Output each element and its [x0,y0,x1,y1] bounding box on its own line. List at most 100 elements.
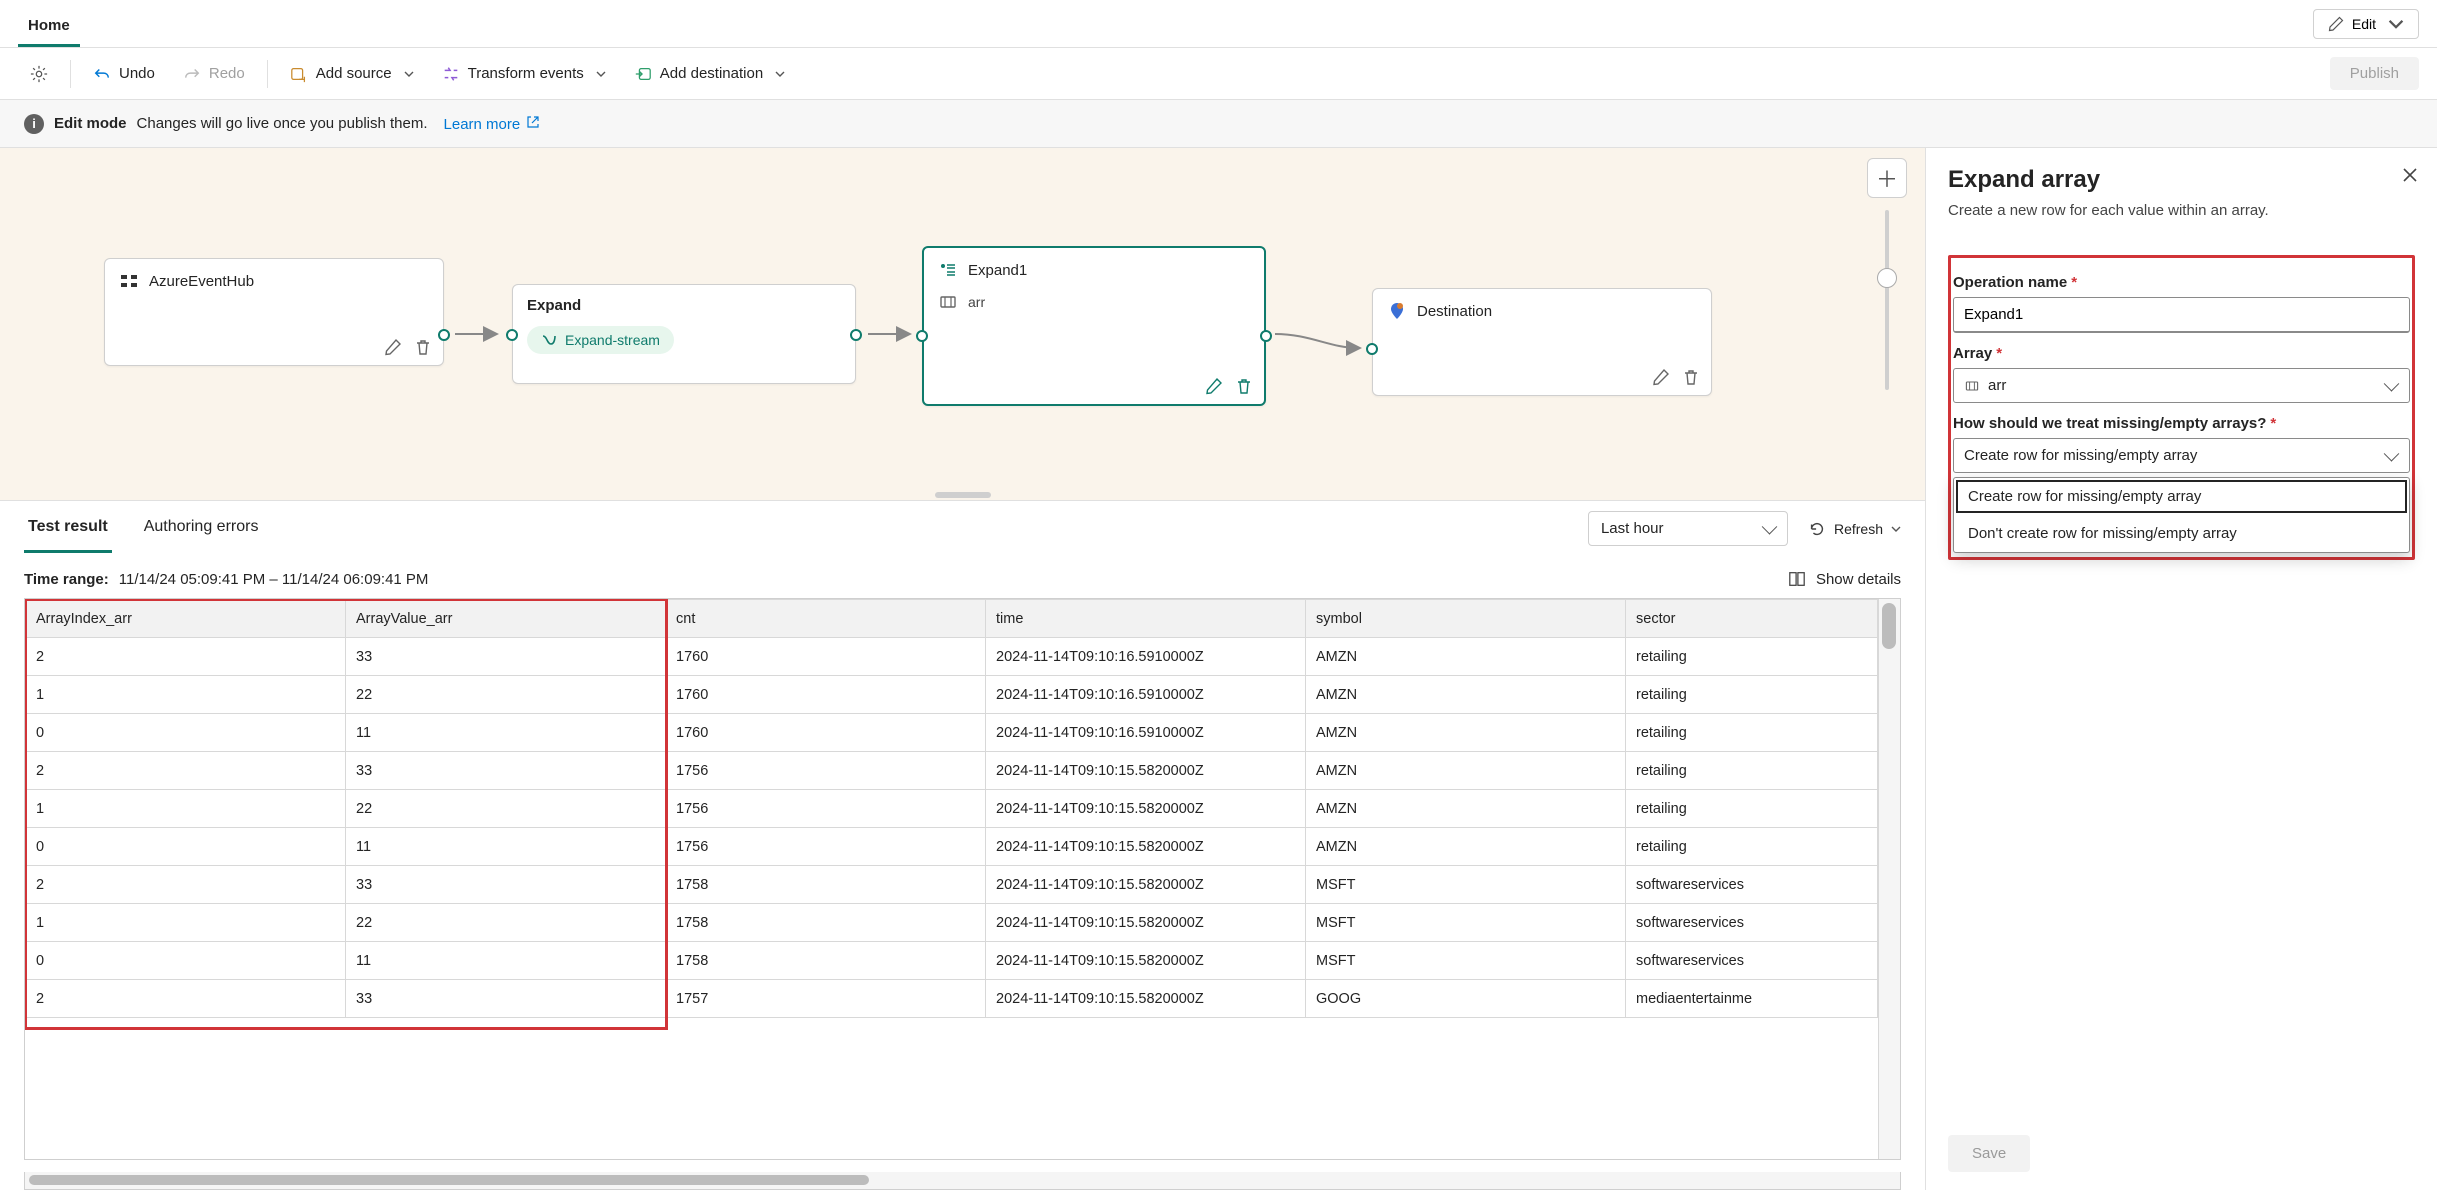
table-cell: softwareservices [1626,942,1878,980]
node-expand[interactable]: Expand Expand-stream [512,284,856,384]
operation-name-input[interactable] [1953,297,2410,333]
top-tabbar: Home Edit [0,0,2437,48]
highlight-box: Operation name* Array* arr How should we… [1948,255,2415,560]
column-header[interactable]: symbol [1306,600,1626,638]
chevron-down-icon [404,69,414,79]
transform-events-button[interactable]: Transform events [430,57,618,91]
column-header[interactable]: ArrayIndex_arr [26,600,346,638]
toolbar: Undo Redo Add source Transform events Ad… [0,48,2437,100]
node-source-title: AzureEventHub [149,273,254,290]
trash-icon[interactable] [413,337,433,357]
trash-icon[interactable] [1681,367,1701,387]
eventhub-icon [119,271,139,291]
table-row[interactable]: 01117582024-11-14T09:10:15.5820000ZMSFTs… [26,942,1878,980]
horizontal-scrollbar[interactable] [24,1172,1901,1190]
required-mark: * [2071,274,2077,291]
table-cell: 0 [26,942,346,980]
separator [70,60,71,88]
missing-arrays-select[interactable]: Create row for missing/empty array [1953,438,2410,473]
array-select[interactable]: arr [1953,368,2410,403]
add-source-button[interactable]: Add source [278,57,426,91]
refresh-button[interactable]: Refresh [1808,520,1901,538]
column-header[interactable]: ArrayValue_arr [346,600,666,638]
table-cell: 33 [346,752,666,790]
output-port[interactable] [1260,330,1272,342]
resize-grip[interactable] [935,492,991,498]
column-header[interactable]: sector [1626,600,1878,638]
table-row[interactable]: 23317602024-11-14T09:10:16.5910000ZAMZNr… [26,638,1878,676]
missing-arrays-value: Create row for missing/empty array [1964,447,2197,464]
table-cell: retailing [1626,638,1878,676]
external-link-icon [526,115,540,129]
panel-title: Expand array [1948,166,2415,194]
table-row[interactable]: 12217582024-11-14T09:10:15.5820000ZMSFTs… [26,904,1878,942]
table-cell: 2024-11-14T09:10:15.5820000Z [986,904,1306,942]
table-row[interactable]: 12217602024-11-14T09:10:16.5910000ZAMZNr… [26,676,1878,714]
table-cell: 2024-11-14T09:10:16.5910000Z [986,714,1306,752]
output-port[interactable] [438,329,450,341]
column-header[interactable]: cnt [666,600,986,638]
table-row[interactable]: 01117602024-11-14T09:10:16.5910000ZAMZNr… [26,714,1878,752]
column-header[interactable]: time [986,600,1306,638]
scrollbar-thumb[interactable] [1882,603,1896,649]
time-range-row: Time range: 11/14/24 05:09:41 PM – 11/14… [0,556,1925,598]
table-cell: 2024-11-14T09:10:15.5820000Z [986,980,1306,1018]
show-details-button[interactable]: Show details [1788,570,1901,588]
node-source[interactable]: AzureEventHub [104,258,444,366]
tab-home[interactable]: Home [18,5,80,47]
edit-button[interactable]: Edit [2313,9,2419,39]
table-cell: 1756 [666,790,986,828]
close-button[interactable] [2401,166,2419,184]
table-cell: AMZN [1306,752,1626,790]
dropdown-option[interactable]: Create row for missing/empty array [1954,478,2409,515]
zoom-slider-thumb[interactable] [1877,268,1897,288]
table-cell: 22 [346,904,666,942]
settings-button[interactable] [18,57,60,91]
pencil-icon[interactable] [1651,367,1671,387]
side-panel: Expand array Create a new row for each v… [1925,148,2437,1190]
table-cell: softwareservices [1626,866,1878,904]
info-mode: Edit mode [54,115,127,132]
undo-button[interactable]: Undo [81,57,167,91]
learn-more-link[interactable]: Learn more [444,115,541,133]
add-node-button[interactable]: ＋ [1867,158,1907,198]
result-grid: ArrayIndex_arrArrayValue_arrcnttimesymbo… [24,598,1901,1160]
vertical-scrollbar[interactable] [1878,599,1900,1159]
tab-test-result[interactable]: Test result [24,504,112,553]
input-port[interactable] [506,329,518,341]
table-row[interactable]: 12217562024-11-14T09:10:15.5820000ZAMZNr… [26,790,1878,828]
table-cell: 0 [26,714,346,752]
time-window-select[interactable]: Last hour [1588,511,1788,546]
table-cell: softwareservices [1626,904,1878,942]
table-cell: 1 [26,790,346,828]
output-port[interactable] [850,329,862,341]
pencil-icon[interactable] [383,337,403,357]
tab-authoring-errors[interactable]: Authoring errors [140,504,263,553]
table-cell: 33 [346,638,666,676]
result-tabbar: Test result Authoring errors Last hour R… [0,500,1925,556]
table-cell: retailing [1626,676,1878,714]
table-row[interactable]: 01117562024-11-14T09:10:15.5820000ZAMZNr… [26,828,1878,866]
operation-name-label: Operation name* [1953,274,2410,291]
pencil-icon [2328,16,2344,32]
trash-icon[interactable] [1234,376,1254,396]
pencil-icon[interactable] [1204,376,1224,396]
table-cell: 2024-11-14T09:10:15.5820000Z [986,790,1306,828]
scrollbar-thumb[interactable] [29,1175,869,1185]
redo-button: Redo [171,57,257,91]
zoom-slider-track[interactable] [1885,210,1889,390]
pipeline-canvas[interactable]: AzureEventHub Expand [0,148,1925,500]
input-port[interactable] [1366,343,1378,355]
time-window-value: Last hour [1601,520,1664,537]
input-port[interactable] [916,330,928,342]
add-source-icon [290,65,308,83]
table-row[interactable]: 23317562024-11-14T09:10:15.5820000ZAMZNr… [26,752,1878,790]
dropdown-option[interactable]: Don't create row for missing/empty array [1954,515,2409,552]
node-destination[interactable]: Destination [1372,288,1712,396]
publish-button: Publish [2330,57,2419,90]
add-destination-button[interactable]: Add destination [622,57,797,91]
node-expand1[interactable]: Expand1 arr [922,246,1266,406]
table-cell: 1 [26,676,346,714]
table-row[interactable]: 23317572024-11-14T09:10:15.5820000ZGOOGm… [26,980,1878,1018]
table-row[interactable]: 23317582024-11-14T09:10:15.5820000ZMSFTs… [26,866,1878,904]
